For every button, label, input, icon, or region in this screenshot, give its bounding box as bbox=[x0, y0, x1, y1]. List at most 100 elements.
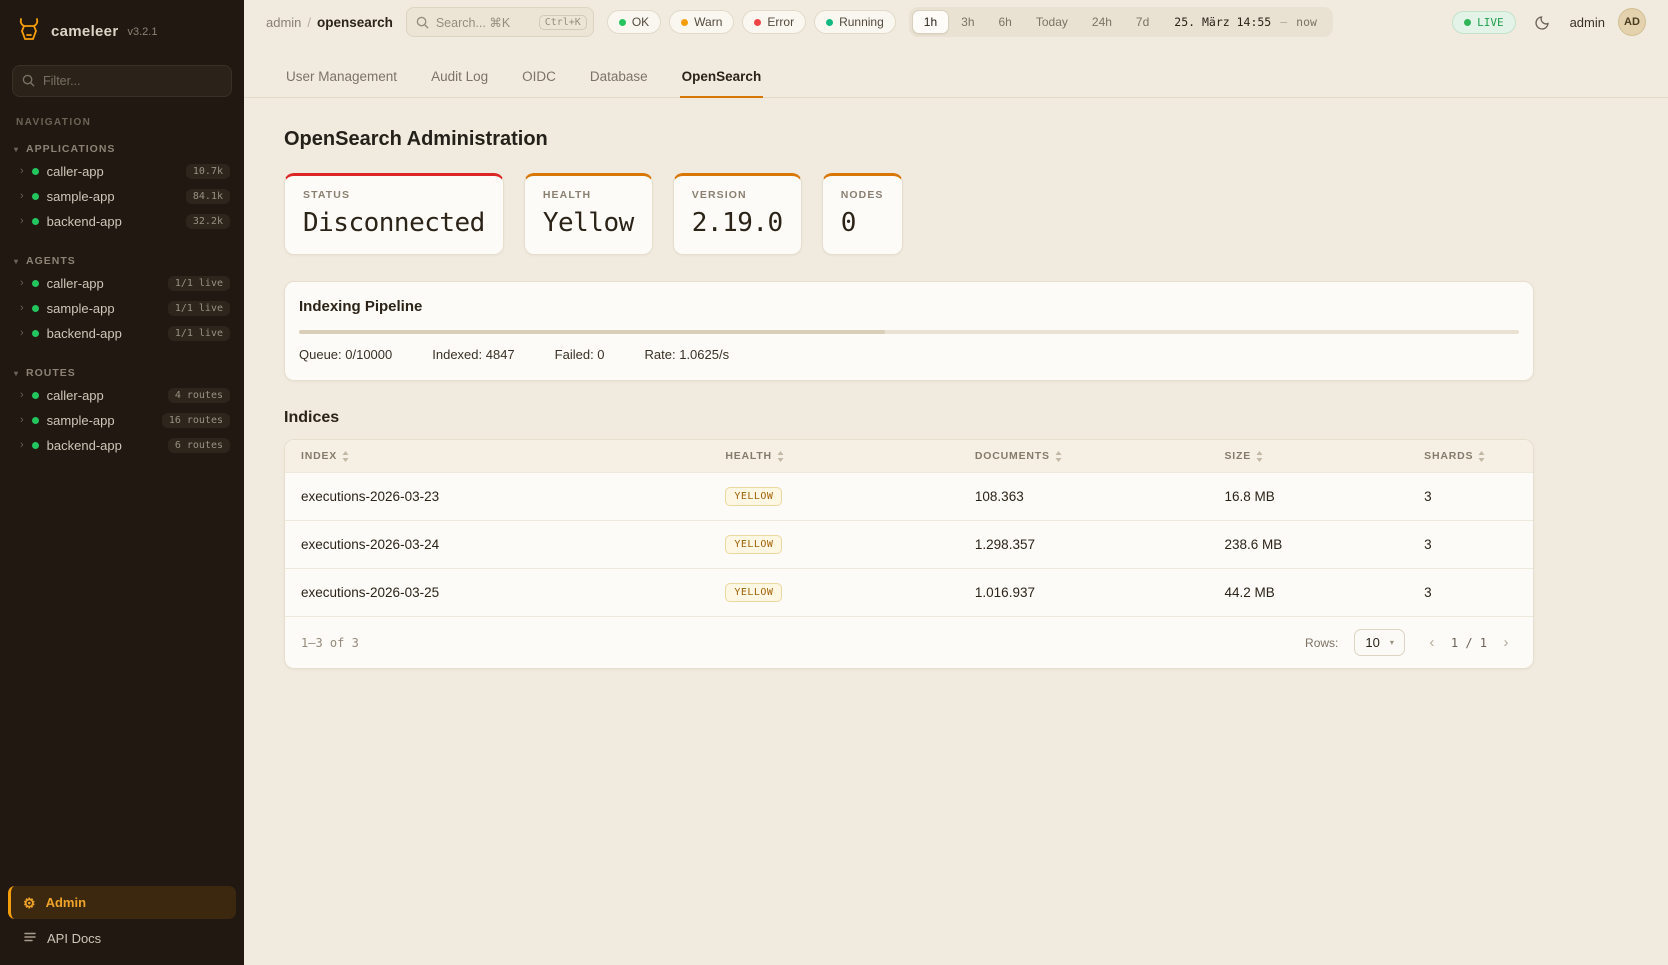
dark-mode-toggle[interactable] bbox=[1529, 8, 1557, 36]
sidebar-item-routes-backend-app[interactable]: › backend-app 6 routes bbox=[0, 433, 244, 458]
stat-label: VERSION bbox=[692, 189, 783, 201]
stat-value: Yellow bbox=[543, 208, 634, 238]
page-title: OpenSearch Administration bbox=[284, 128, 1534, 151]
sidebar-item-agents-caller-app[interactable]: › caller-app 1/1 live bbox=[0, 271, 244, 296]
filter-input[interactable] bbox=[12, 65, 232, 97]
sidebar-item-routes-sample-app[interactable]: › sample-app 16 routes bbox=[0, 408, 244, 433]
sidebar-section-routes[interactable]: ▾ ROUTES bbox=[0, 358, 244, 383]
status-dot bbox=[32, 168, 39, 175]
sidebar-item-badge: 4 routes bbox=[168, 388, 230, 403]
cell-documents: 108.363 bbox=[959, 473, 1209, 521]
rows-per-page-select[interactable]: 10 ▾ bbox=[1354, 629, 1404, 656]
time-range-24h[interactable]: 24h bbox=[1080, 10, 1124, 34]
sidebar-item-badge: 1/1 live bbox=[168, 326, 230, 341]
global-search[interactable]: Search... ⌘K Ctrl+K bbox=[406, 7, 594, 37]
time-range-1h[interactable]: 1h bbox=[912, 10, 949, 34]
chevron-right-icon: › bbox=[20, 191, 24, 202]
table-row[interactable]: executions-2026-03-25 YELLOW 1.016.937 4… bbox=[285, 569, 1533, 617]
cell-shards: 3 bbox=[1408, 473, 1533, 521]
chip-label: Error bbox=[767, 15, 794, 29]
status-dot bbox=[32, 218, 39, 225]
sidebar-item-label: caller-app bbox=[47, 164, 104, 179]
indexing-pipeline-card: Indexing Pipeline Queue: 0/10000 Indexed… bbox=[284, 281, 1534, 381]
app-root: cameleer v3.2.1 NAVIGATION ▾ APPLICATION… bbox=[0, 0, 1668, 965]
time-range-7d[interactable]: 7d bbox=[1124, 10, 1161, 34]
sidebar-item-badge: 32.2k bbox=[186, 214, 230, 229]
table-row[interactable]: executions-2026-03-23 YELLOW 108.363 16.… bbox=[285, 473, 1533, 521]
cell-size: 16.8 MB bbox=[1209, 473, 1409, 521]
previous-page-button[interactable]: ‹ bbox=[1421, 632, 1443, 654]
breadcrumb: admin / opensearch bbox=[266, 15, 393, 30]
tab-audit-log[interactable]: Audit Log bbox=[429, 58, 490, 98]
filter-chip-ok[interactable]: OK bbox=[607, 10, 661, 34]
column-label: SHARDS bbox=[1424, 450, 1473, 462]
api-docs-label: API Docs bbox=[47, 931, 101, 946]
search-placeholder: Search... ⌘K bbox=[436, 15, 532, 30]
cameleer-logo-icon bbox=[16, 16, 42, 47]
result-range: 1–3 of 3 bbox=[301, 636, 359, 650]
filter-chip-warn[interactable]: Warn bbox=[669, 10, 734, 34]
sort-icon bbox=[1256, 451, 1263, 462]
column-header-documents[interactable]: DOCUMENTS bbox=[959, 440, 1209, 473]
chip-label: OK bbox=[632, 15, 649, 29]
tab-database[interactable]: Database bbox=[588, 58, 650, 98]
app-logo[interactable]: cameleer v3.2.1 bbox=[0, 0, 244, 53]
breadcrumb-admin[interactable]: admin bbox=[266, 15, 301, 30]
column-header-shards[interactable]: SHARDS bbox=[1408, 440, 1533, 473]
sidebar-item-badge: 16 routes bbox=[162, 413, 230, 428]
stat-label: HEALTH bbox=[543, 189, 634, 201]
cell-size: 44.2 MB bbox=[1209, 569, 1409, 617]
sidebar-section-applications[interactable]: ▾ APPLICATIONS bbox=[0, 134, 244, 159]
next-page-button[interactable]: › bbox=[1495, 632, 1517, 654]
pagination: ‹ 1 / 1 › bbox=[1421, 632, 1517, 654]
time-range-3h[interactable]: 3h bbox=[949, 10, 986, 34]
sidebar-item-routes-caller-app[interactable]: › caller-app 4 routes bbox=[0, 383, 244, 408]
sidebar-section-agents[interactable]: ▾ AGENTS bbox=[0, 246, 244, 271]
warn-status-dot bbox=[681, 19, 688, 26]
cell-size: 238.6 MB bbox=[1209, 521, 1409, 569]
filter-chip-running[interactable]: Running bbox=[814, 10, 896, 34]
pipeline-progress-fill bbox=[299, 330, 885, 334]
cell-health: YELLOW bbox=[709, 569, 959, 617]
range-separator: — bbox=[1280, 15, 1287, 29]
sort-icon bbox=[342, 451, 349, 462]
sidebar-item-agents-backend-app[interactable]: › backend-app 1/1 live bbox=[0, 321, 244, 346]
sidebar-item-applications-backend-app[interactable]: › backend-app 32.2k bbox=[0, 209, 244, 234]
live-toggle[interactable]: LIVE bbox=[1452, 11, 1516, 34]
sidebar-item-applications-sample-app[interactable]: › sample-app 84.1k bbox=[0, 184, 244, 209]
table-row[interactable]: executions-2026-03-24 YELLOW 1.298.357 2… bbox=[285, 521, 1533, 569]
sort-icon bbox=[1478, 451, 1485, 462]
app-name: cameleer bbox=[51, 23, 118, 40]
health-badge: YELLOW bbox=[725, 583, 782, 602]
indices-title: Indices bbox=[284, 409, 1534, 427]
search-icon bbox=[416, 16, 429, 29]
status-dot bbox=[32, 193, 39, 200]
pipeline-indexed: Indexed: 4847 bbox=[432, 347, 514, 362]
tab-opensearch[interactable]: OpenSearch bbox=[680, 58, 764, 98]
avatar[interactable]: AD bbox=[1618, 8, 1646, 36]
tab-oidc[interactable]: OIDC bbox=[520, 58, 558, 98]
column-header-size[interactable]: SIZE bbox=[1209, 440, 1409, 473]
status-dot bbox=[32, 330, 39, 337]
time-range-6h[interactable]: 6h bbox=[987, 10, 1024, 34]
moon-icon bbox=[1535, 14, 1551, 30]
pipeline-failed: Failed: 0 bbox=[555, 347, 605, 362]
sidebar-item-api-docs[interactable]: API Docs bbox=[8, 919, 236, 949]
sort-icon bbox=[1055, 451, 1062, 462]
sidebar-item-agents-sample-app[interactable]: › sample-app 1/1 live bbox=[0, 296, 244, 321]
sidebar-item-applications-caller-app[interactable]: › caller-app 10.7k bbox=[0, 159, 244, 184]
date-range-display[interactable]: 25. März 14:55 — now bbox=[1161, 15, 1330, 29]
chevron-right-icon: › bbox=[20, 278, 24, 289]
filter-chip-error[interactable]: Error bbox=[742, 10, 806, 34]
status-dot bbox=[32, 442, 39, 449]
status-dot bbox=[32, 280, 39, 287]
range-start: 25. März 14:55 bbox=[1174, 15, 1271, 29]
table-footer: 1–3 of 3 Rows: 10 ▾ ‹ 1 / 1 › bbox=[285, 616, 1533, 668]
column-header-index[interactable]: INDEX bbox=[285, 440, 709, 473]
column-header-health[interactable]: HEALTH bbox=[709, 440, 959, 473]
time-range-today[interactable]: Today bbox=[1024, 10, 1080, 34]
tab-user-management[interactable]: User Management bbox=[284, 58, 399, 98]
sidebar-item-admin[interactable]: ⚙ Admin bbox=[8, 886, 236, 919]
sidebar-item-label: sample-app bbox=[47, 413, 115, 428]
stat-label: NODES bbox=[841, 189, 884, 201]
